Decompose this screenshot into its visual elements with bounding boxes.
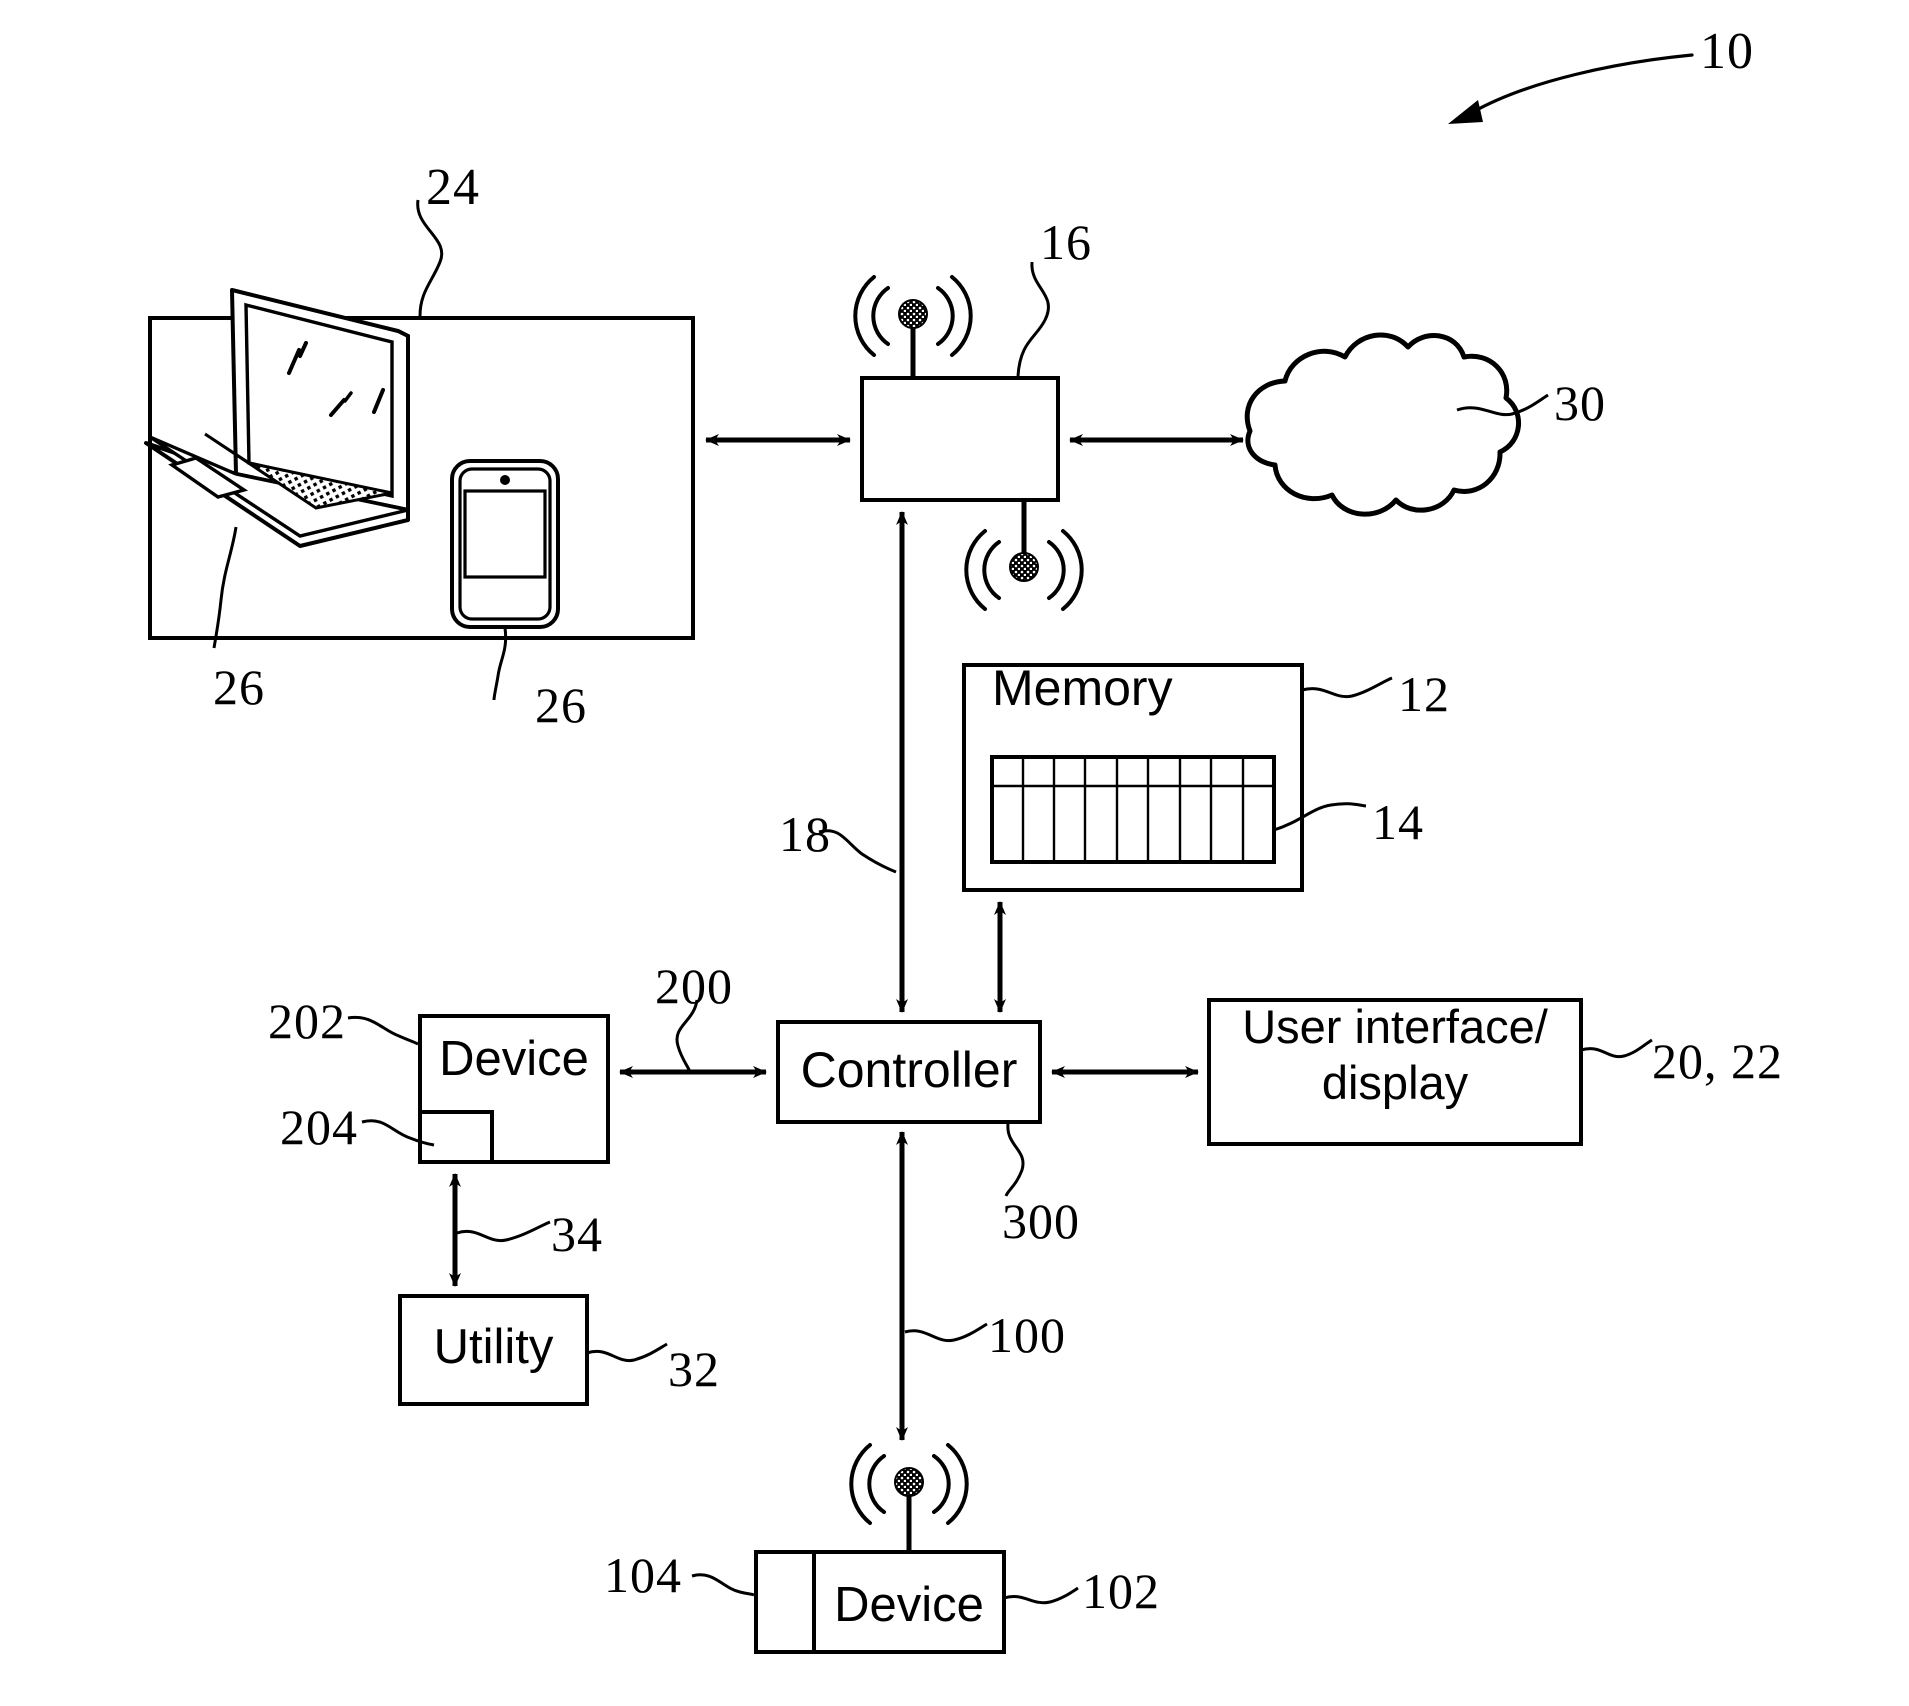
ref-numeral-18: 18 [779, 806, 831, 862]
ref-numeral-202: 202 [268, 993, 346, 1049]
ref-numeral-100: 100 [988, 1307, 1066, 1363]
ref-numeral-26-laptop: 26 [213, 659, 265, 715]
device-left-box-202 [347, 1014, 610, 1164]
ref-numeral-26-phone: 26 [535, 677, 587, 733]
ref-numeral-200: 200 [655, 958, 733, 1014]
ref-numeral-12: 12 [1398, 666, 1450, 722]
ref-numeral-104: 104 [604, 1547, 682, 1603]
ref-numeral-10: 10 [1700, 23, 1754, 80]
antenna-device-icon [849, 1443, 969, 1552]
ref-numeral-34: 34 [551, 1206, 603, 1262]
figure-lead-10 [1448, 53, 1694, 124]
ref-numeral-30: 30 [1554, 375, 1606, 431]
diagram-vector-layer [144, 53, 1694, 1654]
connector-34 [449, 1173, 551, 1287]
antenna-bottom-icon [964, 500, 1084, 611]
utility-box-32 [398, 1294, 668, 1406]
controller-box-300 [776, 1020, 1042, 1197]
memory-box-12 [962, 663, 1393, 892]
phone-icon [450, 459, 560, 701]
ref-numeral-300: 300 [1002, 1193, 1080, 1249]
laptop-icon [144, 288, 410, 649]
ref-numeral-204: 204 [280, 1099, 358, 1155]
device-bottom-box-102 [691, 1550, 1079, 1654]
cloud-30-icon [1244, 332, 1549, 517]
ref-numeral-16: 16 [1040, 214, 1092, 270]
group-box-24 [148, 199, 695, 640]
figure-canvas: Memory Controller User interface/ displa… [0, 0, 1909, 1706]
ref-numeral-32: 32 [668, 1341, 720, 1397]
gateway-box-16 [860, 261, 1060, 502]
ref-numeral-14: 14 [1372, 794, 1424, 850]
user-interface-box [1207, 998, 1653, 1146]
connector-100 [896, 1131, 988, 1441]
ref-numeral-102: 102 [1082, 1563, 1160, 1619]
ref-numeral-24: 24 [426, 159, 480, 216]
ref-numeral-20-22: 20, 22 [1652, 1033, 1783, 1089]
bus-18-connector [818, 511, 908, 1013]
antenna-top-icon [853, 275, 973, 378]
